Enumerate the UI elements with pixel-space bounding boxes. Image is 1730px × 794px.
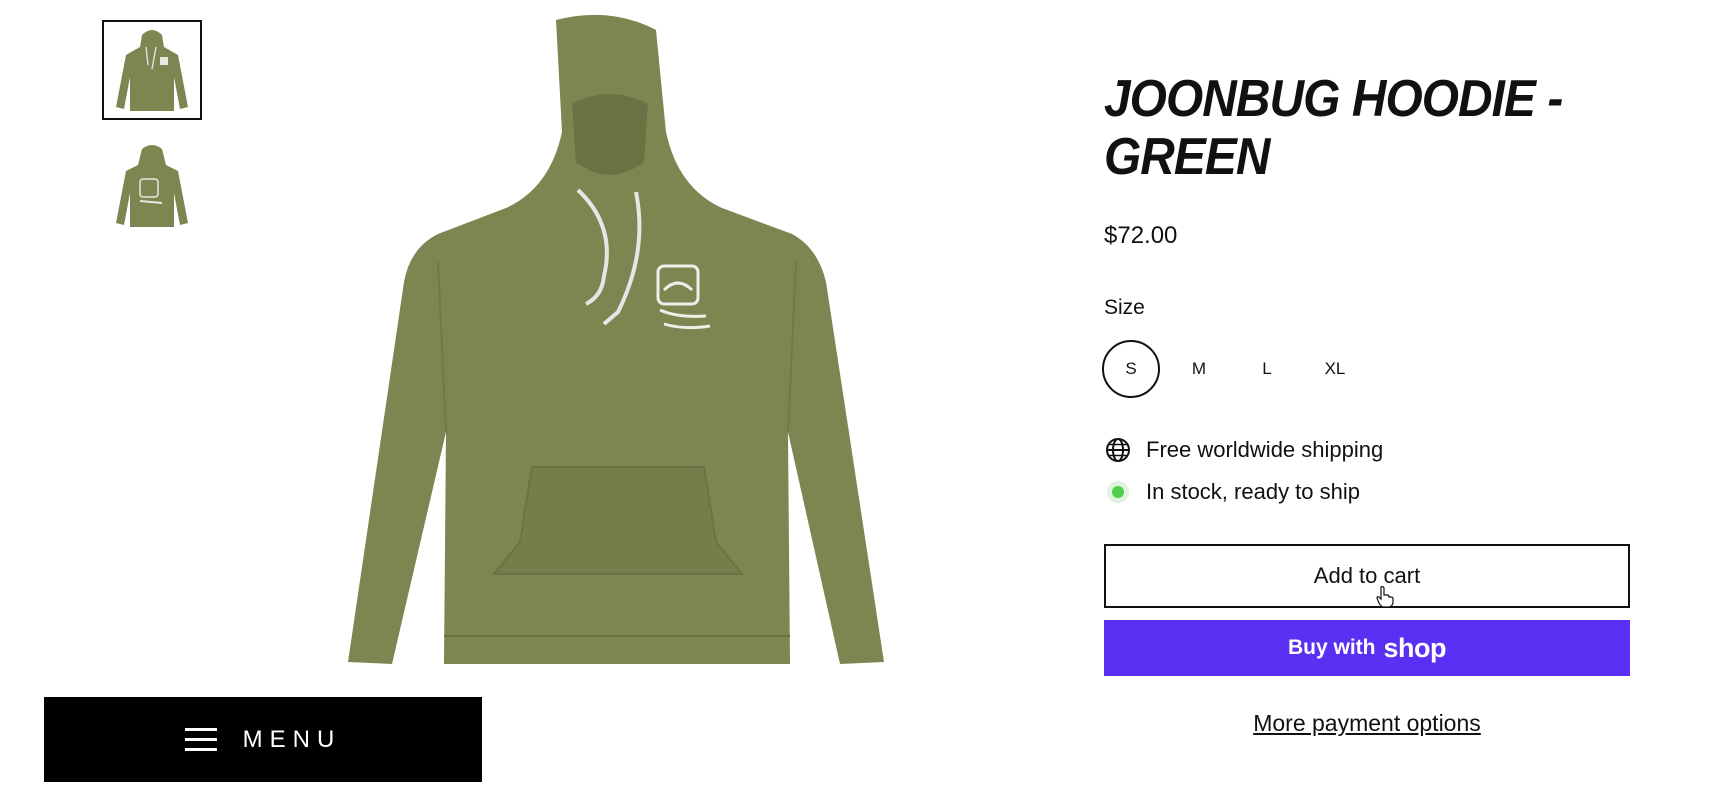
globe-icon (1104, 436, 1132, 464)
thumbnail-list (102, 20, 202, 252)
add-to-cart-button[interactable]: Add to cart (1104, 544, 1630, 608)
shipping-feature: Free worldwide shipping (1104, 436, 1629, 464)
shipping-text: Free worldwide shipping (1146, 437, 1384, 462)
buy-with-shop-button[interactable]: Buy with shop (1104, 620, 1630, 676)
size-option-l[interactable]: L (1238, 340, 1296, 398)
main-product-image (318, 12, 908, 782)
size-label: Size (1104, 296, 1145, 319)
menu-button[interactable]: MENU (44, 697, 482, 782)
product-info: JOONBUG HOODIE - GREEN $72.00 Size S M L… (1102, 70, 1630, 737)
size-option-s[interactable]: S (1102, 340, 1160, 398)
product-page: MENU JOONBUG HOODIE - GREEN $72.00 Size … (0, 0, 1730, 794)
thumbnail-front[interactable] (102, 20, 202, 120)
menu-label: MENU (242, 725, 342, 753)
add-to-cart-label: Add to cart (1313, 563, 1421, 588)
size-selector: S M L XL (1102, 340, 1629, 398)
thumbnail-back[interactable] (102, 136, 202, 236)
in-stock-dot-icon (1104, 478, 1132, 506)
buy-with-label: Buy with (1288, 636, 1376, 659)
pointer-cursor-icon (1376, 586, 1394, 613)
stock-feature: In stock, ready to ship (1104, 478, 1629, 506)
hamburger-icon (184, 727, 217, 752)
size-option-xl[interactable]: XL (1306, 340, 1364, 398)
hoodie-back-thumbnail-image (116, 145, 188, 227)
more-payment-options-link[interactable]: More payment options (1104, 710, 1630, 737)
product-price: $72.00 (1104, 222, 1178, 249)
product-title: JOONBUG HOODIE - GREEN (1104, 70, 1563, 186)
hoodie-front-thumbnail-image (116, 30, 188, 111)
size-option-m[interactable]: M (1170, 340, 1228, 398)
stock-text: In stock, ready to ship (1146, 479, 1360, 504)
shop-logo: shop (1383, 632, 1447, 663)
